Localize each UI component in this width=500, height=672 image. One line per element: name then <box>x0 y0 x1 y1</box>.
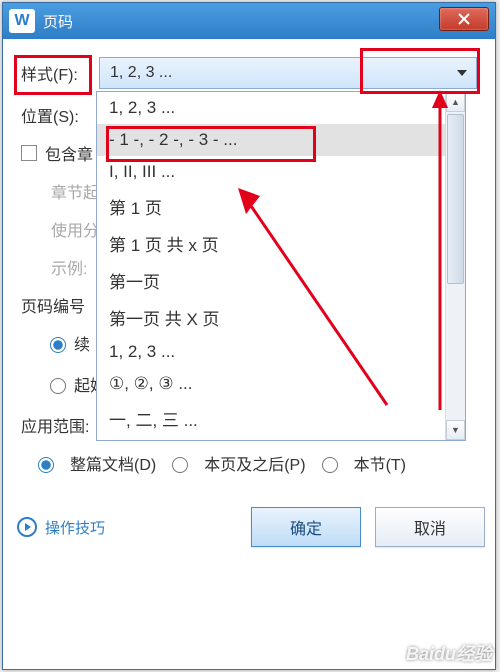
dropdown-scrollbar[interactable]: ▲ ▼ <box>445 92 465 440</box>
play-icon <box>17 517 37 537</box>
dialog-title: 页码 <box>43 11 495 32</box>
tips-label: 操作技巧 <box>45 517 105 538</box>
dropdown-item[interactable]: 第 1 页 共 x 页 <box>97 225 445 262</box>
watermark: Baidu经验 <box>406 640 492 666</box>
after-page-label: 本页及之后(P) <box>204 451 305 475</box>
dropdown-item[interactable]: - 1 -, - 2 -, - 3 - ... <box>97 124 445 156</box>
dropdown-item[interactable]: I, II, III ... <box>97 156 445 188</box>
dropdown-item[interactable]: 一, 二, 三 ... <box>97 400 445 437</box>
scroll-thumb[interactable] <box>447 114 464 284</box>
continue-radio[interactable] <box>50 337 66 353</box>
close-button[interactable] <box>439 7 489 31</box>
this-section-label: 本节(T) <box>354 451 406 475</box>
this-section-radio[interactable] <box>322 457 338 473</box>
dropdown-item[interactable]: 第一页 <box>97 262 445 299</box>
chevron-down-icon <box>457 70 467 76</box>
ok-button[interactable]: 确定 <box>251 507 361 547</box>
style-label: 样式(F): <box>21 61 99 85</box>
titlebar: W 页码 <box>3 3 495 39</box>
include-chapter-label: 包含章 <box>45 141 93 165</box>
include-chapter-checkbox[interactable] <box>21 145 37 161</box>
dropdown-item[interactable]: 第 1 页 <box>97 188 445 225</box>
cancel-button[interactable]: 取消 <box>375 507 485 547</box>
style-selected-value: 1, 2, 3 ... <box>110 64 172 82</box>
scroll-down-icon[interactable]: ▼ <box>446 420 465 440</box>
style-combobox[interactable]: 1, 2, 3 ... <box>99 57 477 89</box>
continue-label: 续 <box>74 331 90 355</box>
start-at-radio[interactable] <box>50 378 66 394</box>
whole-doc-label: 整篇文档(D) <box>70 451 156 475</box>
dropdown-item[interactable]: 第一页 共 X 页 <box>97 299 445 336</box>
dropdown-item[interactable]: 1, 2, 3 ... <box>97 336 445 368</box>
position-label: 位置(S): <box>21 103 99 127</box>
dropdown-item[interactable]: 1, 2, 3 ... <box>97 92 445 124</box>
style-dropdown-arrow[interactable] <box>448 58 476 88</box>
tips-link[interactable]: 操作技巧 <box>17 517 105 538</box>
dropdown-item[interactable]: ①, ②, ③ ... <box>97 368 445 400</box>
style-dropdown-list: 1, 2, 3 ... - 1 -, - 2 -, - 3 - ... I, I… <box>96 91 466 441</box>
after-page-radio[interactable] <box>172 457 188 473</box>
scroll-up-icon[interactable]: ▲ <box>446 92 465 112</box>
button-bar: 操作技巧 确定 取消 <box>3 501 495 557</box>
app-icon: W <box>9 9 35 33</box>
whole-doc-radio[interactable] <box>38 457 54 473</box>
close-icon <box>457 13 471 25</box>
